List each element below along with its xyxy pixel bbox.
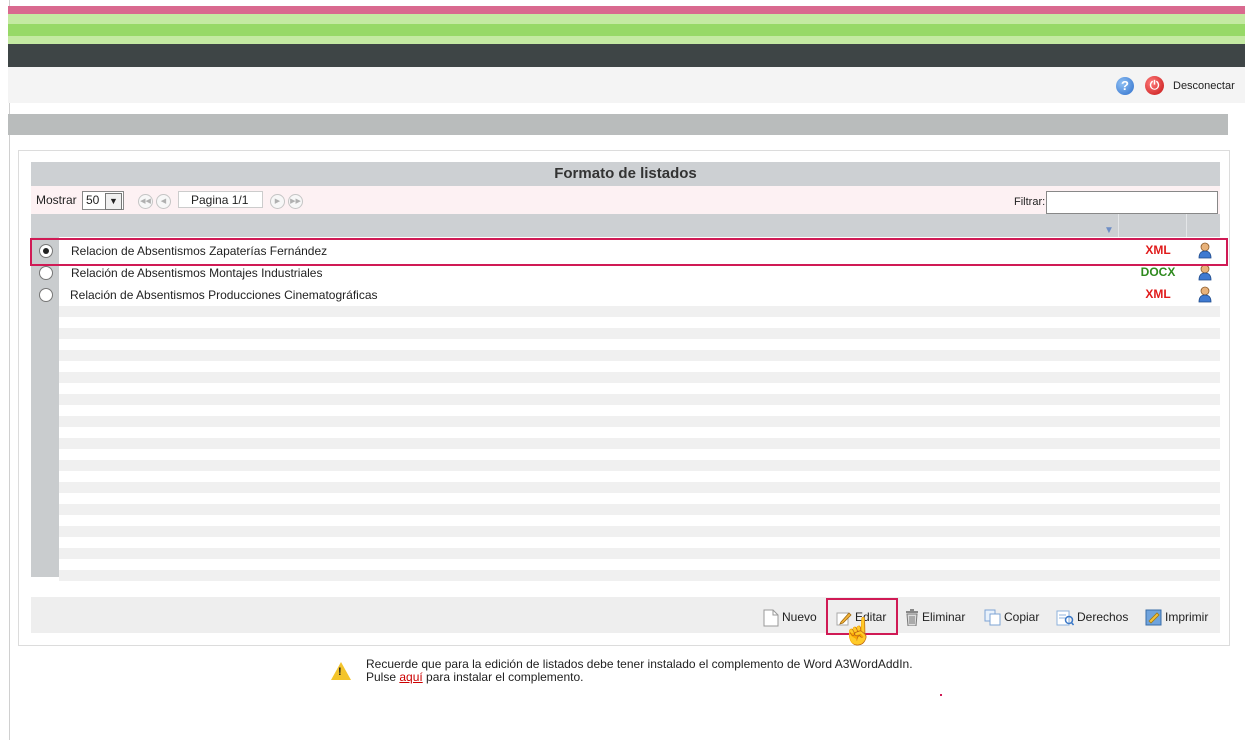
page-indicator: Pagina 1/1 [178, 191, 263, 208]
logout-link[interactable]: Desconectar [1173, 80, 1235, 92]
new-button[interactable]: Nuevo [763, 602, 817, 632]
empty-row-stripe [59, 372, 1220, 383]
empty-row-stripe [59, 328, 1220, 339]
empty-row-stripe [59, 306, 1220, 317]
notice-line-2: Pulse aquí para instalar el complemento. [366, 670, 583, 684]
table-row[interactable]: Relación de Absentismos Producciones Cin… [31, 284, 1220, 306]
rights-label: Derechos [1077, 610, 1129, 624]
empty-row-stripe [59, 438, 1220, 449]
action-bar [31, 597, 1220, 633]
sort-desc-icon[interactable]: ▼ [1104, 225, 1114, 236]
next-page-icon[interactable]: ▶ [270, 194, 285, 209]
help-icon[interactable]: ? [1116, 77, 1134, 95]
warning-mark: ! [338, 666, 342, 678]
page-size-value: 50 [86, 193, 100, 207]
top-bar [8, 67, 1245, 103]
rights-button[interactable]: Derechos [1056, 602, 1128, 632]
user-icon[interactable] [1197, 264, 1213, 281]
print-label: Imprimir [1165, 610, 1209, 624]
empty-row-stripe [59, 394, 1220, 405]
user-icon[interactable] [1197, 286, 1213, 303]
power-icon[interactable]: ⏻ [1145, 76, 1164, 95]
empty-row-stripe [59, 548, 1220, 559]
empty-row-stripe [59, 482, 1220, 493]
empty-row-stripe [59, 526, 1220, 537]
install-link[interactable]: aquí [399, 670, 422, 684]
empty-row-stripe [59, 350, 1220, 361]
new-label: Nuevo [782, 610, 817, 624]
filter-label: Filtrar: [1014, 196, 1046, 208]
page-size-select[interactable]: 50 ▼ [82, 191, 124, 210]
empty-row-stripe [59, 416, 1220, 427]
header-band-light-green-2 [8, 36, 1245, 44]
empty-row-stripe [59, 460, 1220, 471]
rights-icon [1056, 610, 1074, 626]
notice-line-1: Recuerde que para la edición de listados… [366, 657, 913, 671]
header-band-green [8, 24, 1245, 36]
new-document-icon [763, 609, 779, 627]
header-band-light-green [8, 14, 1245, 24]
empty-row-stripe [59, 504, 1220, 515]
last-page-icon[interactable]: ▶▶ [288, 194, 303, 209]
print-icon [1145, 609, 1162, 626]
left-edge [0, 0, 10, 740]
copy-icon [984, 609, 1001, 626]
prev-page-icon[interactable]: ◀ [156, 194, 171, 209]
trash-icon [906, 609, 918, 627]
header-band-dark [8, 44, 1245, 67]
hand-cursor-icon: ☝ [842, 616, 875, 646]
delete-label: Eliminar [922, 610, 966, 624]
notice-text-after: para instalar el complemento. [422, 670, 584, 684]
column-divider [1186, 214, 1187, 237]
row-radio[interactable] [39, 288, 53, 302]
header-band-pink [8, 6, 1245, 14]
table-header [31, 214, 1220, 237]
row-format: XML [1145, 287, 1171, 301]
empty-row-stripe [59, 570, 1220, 581]
selected-row-highlight [30, 238, 1228, 266]
chevron-down-icon: ▼ [105, 193, 122, 210]
copy-label: Copiar [1004, 610, 1040, 624]
panel-title: Formato de listados [31, 162, 1220, 186]
copy-button[interactable]: Copiar [984, 602, 1039, 632]
row-radio[interactable] [39, 266, 53, 280]
notice-text-before: Pulse [366, 670, 400, 684]
row-format: DOCX [1140, 265, 1176, 279]
row-name: Relación de Absentismos Producciones Cin… [70, 288, 378, 302]
print-button[interactable]: Imprimir [1145, 602, 1208, 632]
breadcrumb-strip [8, 114, 1228, 135]
column-divider [1118, 214, 1119, 237]
row-name: Relación de Absentismos Montajes Industr… [71, 266, 323, 280]
decor-dot [940, 694, 942, 696]
delete-button[interactable]: Eliminar [905, 602, 965, 632]
filter-input[interactable] [1046, 191, 1218, 214]
first-page-icon[interactable]: ◀◀ [138, 194, 153, 209]
show-label: Mostrar [36, 193, 77, 207]
